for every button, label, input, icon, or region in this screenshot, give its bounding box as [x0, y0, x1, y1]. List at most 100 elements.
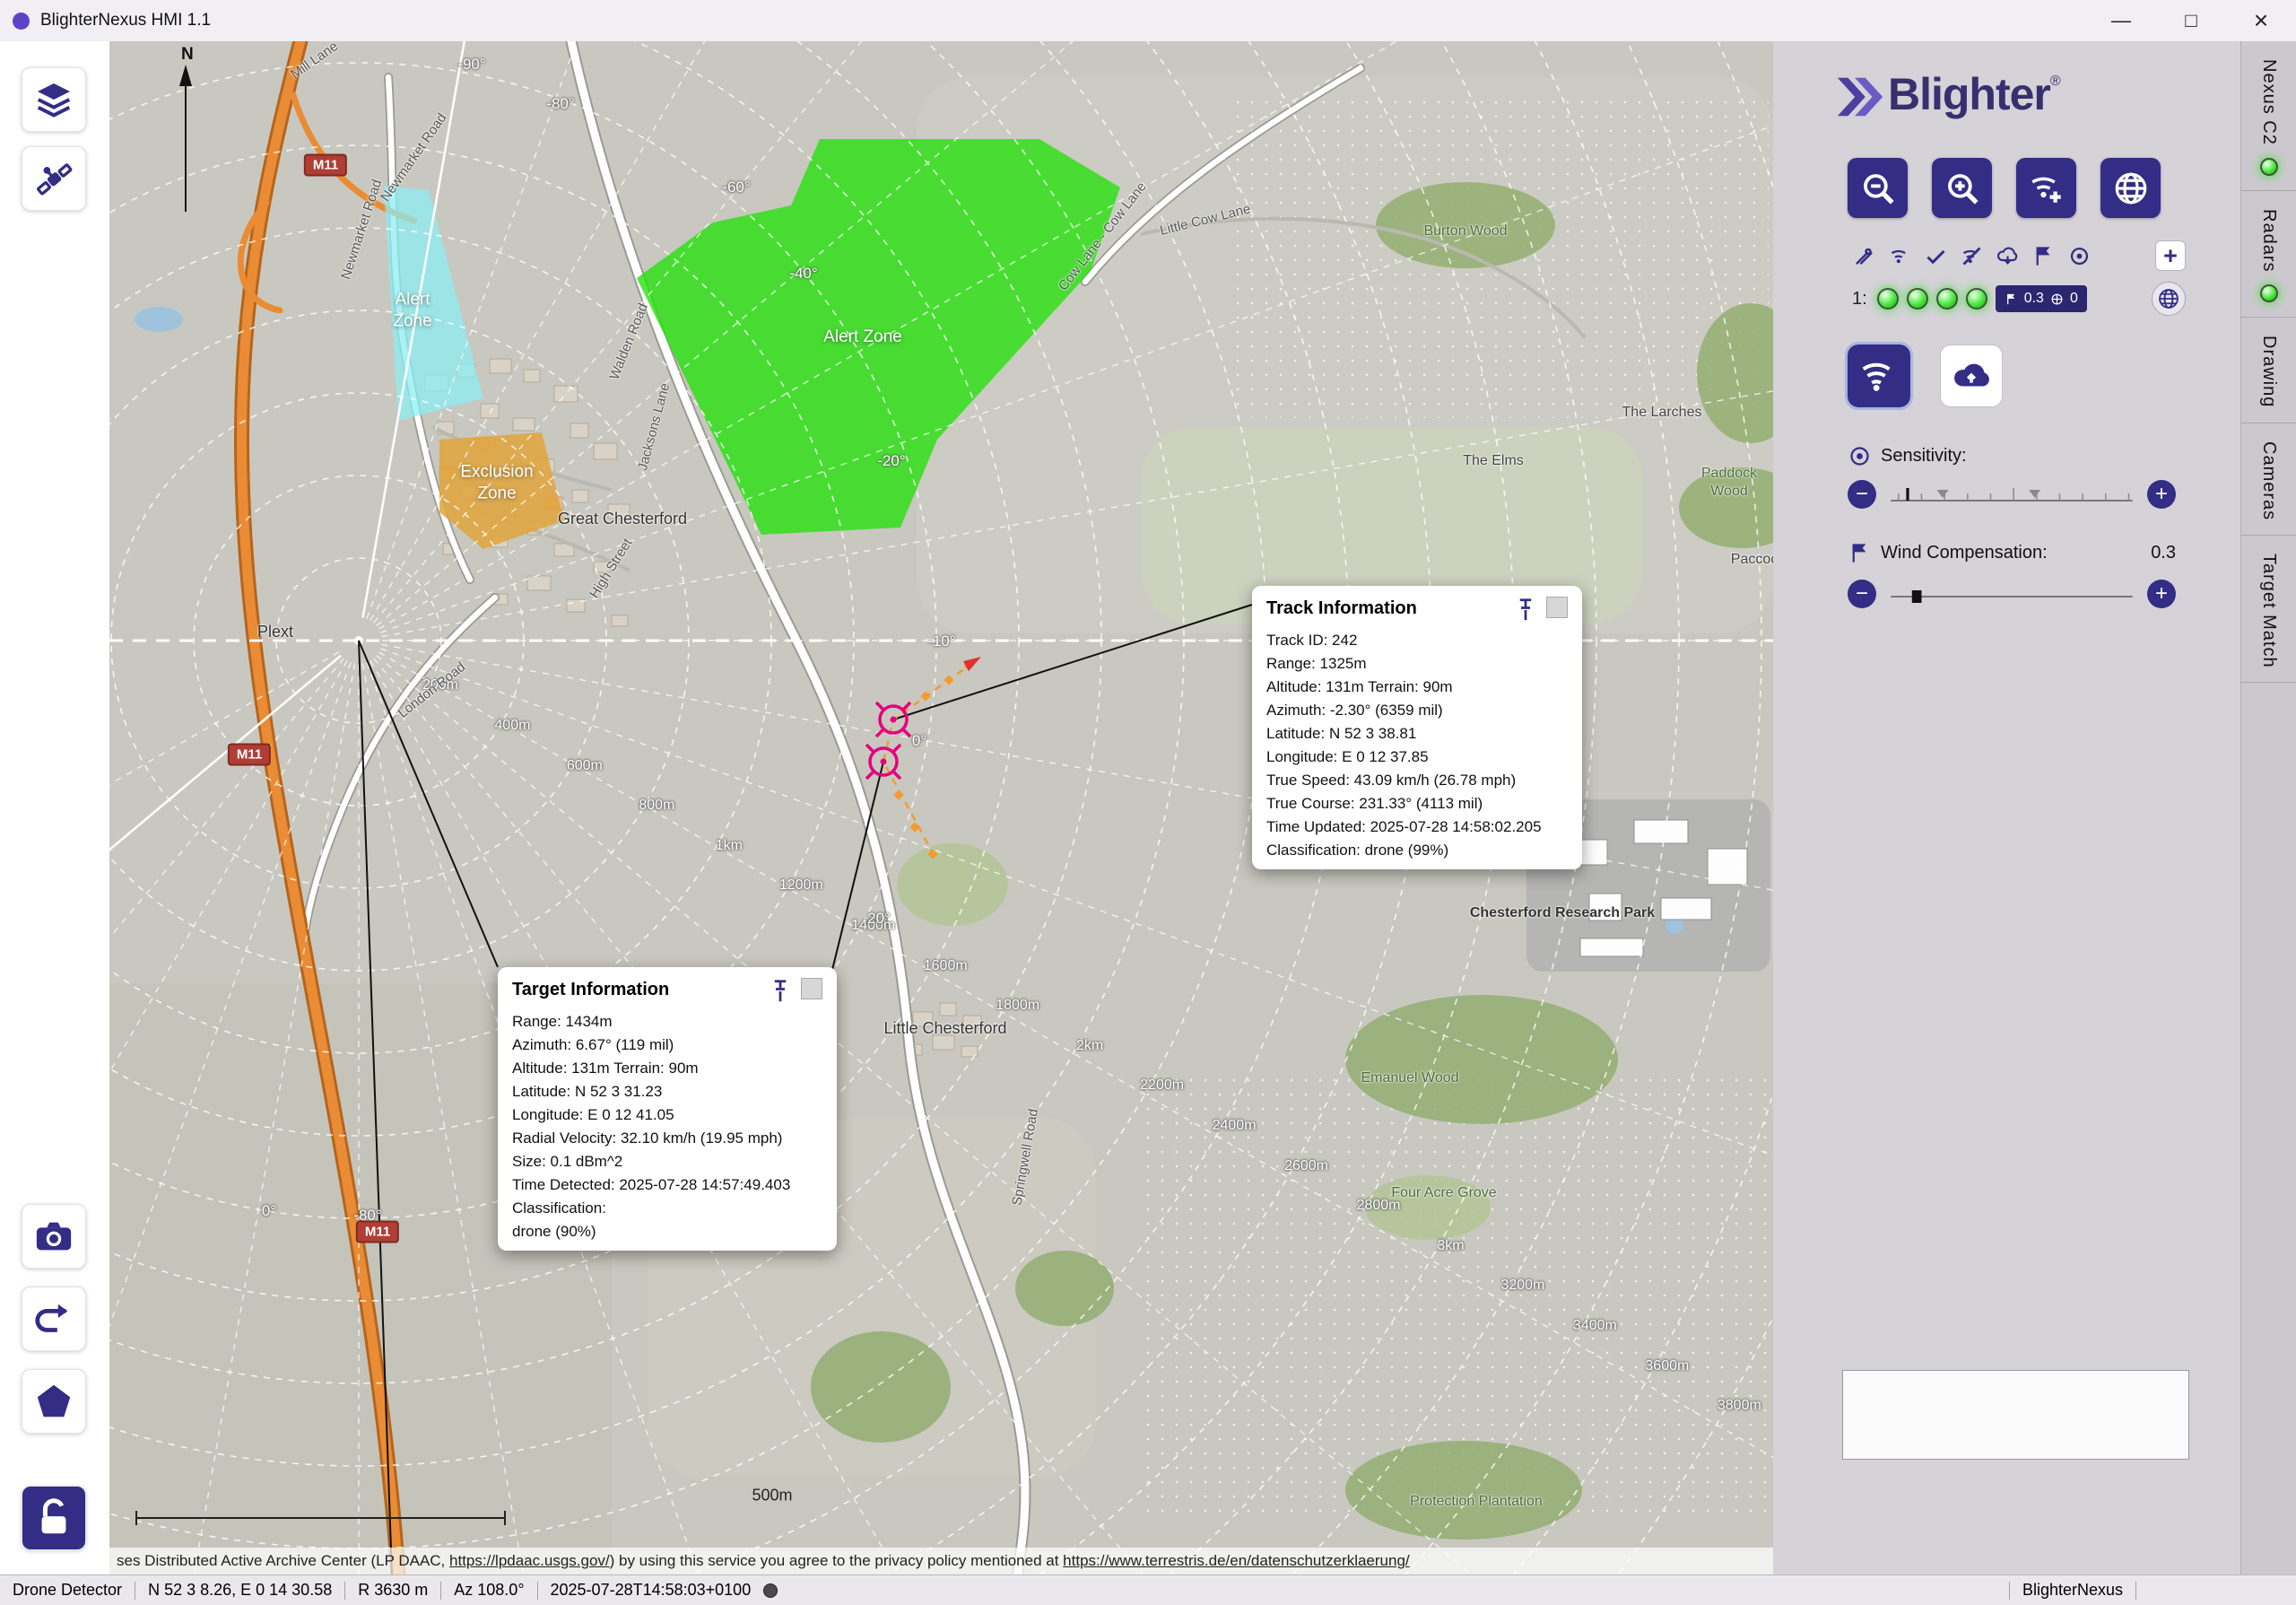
- wind-thumb[interactable]: [1912, 590, 1922, 603]
- sensitivity-current-marker[interactable]: [1906, 488, 1909, 501]
- radar-off-icon[interactable]: [1960, 244, 1984, 268]
- alert-zone-green[interactable]: [637, 139, 1120, 535]
- attribution-link[interactable]: https://www.terrestris.de/en/datenschutz…: [1063, 1552, 1409, 1570]
- geo-reference-button[interactable]: [2152, 282, 2186, 316]
- wind-increase-button[interactable]: +: [2147, 580, 2176, 608]
- cloud-data-button[interactable]: [1940, 345, 2003, 407]
- wind-slider-row: − +: [1848, 578, 2176, 610]
- tools-icon[interactable]: [1852, 244, 1876, 268]
- snapshot-button[interactable]: [22, 1204, 86, 1269]
- add-item-button[interactable]: +: [2155, 240, 2186, 271]
- minimize-button[interactable]: —: [2086, 0, 2156, 41]
- map-canvas[interactable]: N 200m400m600m800m1km1200m1400m1600m1800…: [109, 41, 1773, 1574]
- maximize-button[interactable]: □: [2156, 0, 2226, 41]
- tab-target-match[interactable]: Target Match: [2241, 536, 2296, 684]
- attribution-link[interactable]: https://lpdaac.usgs.gov/: [449, 1552, 610, 1570]
- sensitivity-decrease-button[interactable]: −: [1848, 480, 1876, 509]
- popup-title: Target Information: [512, 978, 767, 1000]
- plus-icon: +: [2155, 484, 2168, 505]
- scale-bar: [136, 1511, 505, 1525]
- check-icon[interactable]: [1924, 244, 1948, 268]
- statusbar: Drone DetectorN 52 3 8.26, E 0 14 30.58R…: [0, 1574, 2296, 1605]
- pill-geo-value: 0: [2070, 291, 2078, 307]
- wind-label: Wind Compensation:: [1881, 543, 2048, 563]
- channel-led-2[interactable]: [1907, 288, 1928, 310]
- statusbar-app-name: BlighterNexus: [2022, 1581, 2123, 1600]
- radar-signal-icon[interactable]: [1888, 244, 1912, 268]
- popup-line: Time Updated: 2025-07-28 14:58:02.205: [1266, 816, 1568, 839]
- left-toolbar: [0, 41, 109, 1574]
- popup-line: True Speed: 43.09 km/h (26.78 mph): [1266, 769, 1568, 792]
- radar-add-icon: [2028, 170, 2066, 207]
- tab-drawing[interactable]: Drawing: [2241, 318, 2296, 423]
- sensitivity-icon: [1848, 444, 1872, 468]
- tab-label: Drawing: [2258, 336, 2279, 407]
- sensitivity-header: Sensitivity:: [1848, 444, 1967, 468]
- tab-radars[interactable]: Radars: [2241, 191, 2296, 318]
- popup-close-button[interactable]: [801, 978, 822, 999]
- scan-target-icon[interactable]: [2067, 244, 2092, 268]
- wind-flag-icon[interactable]: [2031, 244, 2056, 268]
- wind-slider[interactable]: [1887, 580, 2136, 607]
- undo-button[interactable]: [22, 1287, 86, 1351]
- zoom-in-button[interactable]: [1932, 158, 1992, 218]
- radar-channel-row: 1: 0.3 0: [1852, 282, 2186, 316]
- layers-button[interactable]: [22, 67, 86, 132]
- add-radar-button[interactable]: [2016, 158, 2076, 218]
- popup-line: Range: 1434m: [512, 1010, 822, 1034]
- popup-close-button[interactable]: [1546, 597, 1568, 618]
- unlock-icon: [33, 1497, 74, 1539]
- pin-icon: [767, 978, 794, 1005]
- pin-button[interactable]: [767, 978, 794, 1005]
- popup-line: Altitude: 131m Terrain: 90m: [1266, 676, 1568, 699]
- sensitivity-thumb-high[interactable]: [2029, 490, 2040, 498]
- separator: [440, 1582, 441, 1600]
- popup-line: Radial Velocity: 32.10 km/h (19.95 mph): [512, 1127, 822, 1150]
- wind-flag-icon: [2005, 292, 2018, 306]
- tab-label: Radars: [2258, 209, 2279, 272]
- titlebar[interactable]: BlighterNexus HMI 1.1 — □ ×: [0, 0, 2296, 41]
- satellite-button[interactable]: [22, 146, 86, 211]
- separator: [537, 1582, 538, 1600]
- wind-compensation-header: Wind Compensation: 0.3: [1848, 541, 2176, 565]
- tab-label: Cameras: [2258, 441, 2279, 520]
- radar-enable-button[interactable]: [1848, 345, 1910, 407]
- cloud-sync-icon[interactable]: [1996, 244, 2020, 268]
- plus-icon: +: [2163, 242, 2178, 270]
- popup-line: Range: 1325m: [1266, 652, 1568, 676]
- tab-nexus-c2[interactable]: Nexus C2: [2241, 41, 2296, 191]
- pin-button[interactable]: [1512, 597, 1539, 624]
- lock-button[interactable]: [22, 1486, 86, 1550]
- right-panel: Blighter ®: [1773, 41, 2240, 1574]
- target-info-popup[interactable]: Target Information Range: 1434mAzimuth: …: [498, 967, 837, 1251]
- app-window: BlighterNexus HMI 1.1 — □ ×: [0, 0, 2296, 1605]
- channel-led-1[interactable]: [1877, 288, 1899, 310]
- radar-tool-row: +: [1852, 240, 2186, 271]
- info-placeholder-box: [1842, 1370, 2189, 1460]
- globe-icon: [2050, 292, 2064, 306]
- channel-led-3[interactable]: [1936, 288, 1958, 310]
- attribution-text: ) by using this service you agree to the…: [610, 1552, 1064, 1570]
- sensitivity-slider[interactable]: [1887, 481, 2136, 508]
- close-button[interactable]: ×: [2226, 0, 2296, 41]
- tab-cameras[interactable]: Cameras: [2241, 423, 2296, 536]
- north-arrow-graphic: [136, 41, 244, 248]
- draw-polygon-button[interactable]: [22, 1369, 86, 1434]
- wind-decrease-button[interactable]: −: [1848, 580, 1876, 608]
- track-info-popup[interactable]: Track Information Track ID: 242Range: 13…: [1252, 586, 1582, 869]
- sensitivity-thumb-low[interactable]: [1937, 490, 1949, 498]
- radar-mode-buttons: [1848, 345, 2003, 407]
- pill-wind-value: 0.3: [2024, 291, 2044, 307]
- sensitivity-increase-button[interactable]: +: [2147, 480, 2176, 509]
- scale-label: 500m: [752, 1487, 792, 1505]
- globe-button[interactable]: [2100, 158, 2161, 218]
- zoom-out-icon: [1859, 170, 1897, 207]
- zoom-out-button[interactable]: [1848, 158, 1908, 218]
- globe-grid-icon: [2156, 286, 2181, 311]
- tab-strip: Nexus C2 Radars Drawing Cameras Target Match: [2240, 41, 2296, 1574]
- window-title: BlighterNexus HMI 1.1: [40, 11, 211, 31]
- camera-icon: [33, 1216, 74, 1257]
- track-marker[interactable]: [876, 702, 910, 737]
- channel-led-4[interactable]: [1966, 288, 1987, 310]
- target-marker[interactable]: [866, 745, 900, 779]
